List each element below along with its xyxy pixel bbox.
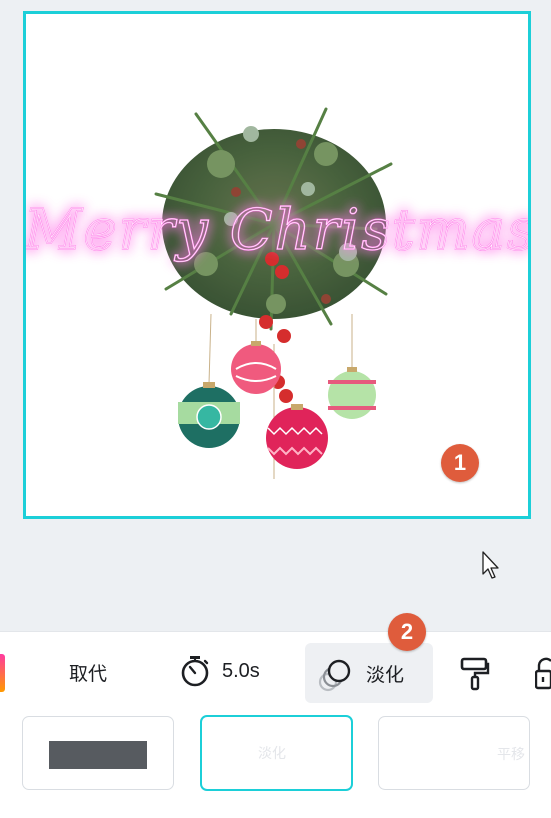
bottom-toolbar: 取代 5.0s 淡化 <box>0 631 551 714</box>
option-pan-label: 平移 <box>497 747 525 763</box>
animation-option-none[interactable] <box>22 716 174 790</box>
ornament-green <box>178 382 240 448</box>
animation-options-row: 淡化 平移 <box>0 713 551 818</box>
stopwatch-icon <box>181 656 209 687</box>
duration-button[interactable]: 5.0s <box>180 655 260 687</box>
fade-circles-icon <box>318 659 351 692</box>
replace-label: 取代 <box>69 663 108 685</box>
design-canvas[interactable]: Merry Christmas Merry Christmas <box>23 11 531 519</box>
unlock-icon <box>535 657 551 690</box>
svg-text:Merry Christmas: Merry Christmas <box>26 198 528 263</box>
step-badge-1: 1 <box>441 444 479 482</box>
animation-option-pan[interactable]: 平移 <box>378 716 530 790</box>
mouse-cursor-icon <box>482 551 499 579</box>
gradient-swatch-icon[interactable] <box>0 654 5 692</box>
ornament-mint <box>328 367 376 419</box>
ornament-red <box>266 404 328 469</box>
animation-option-fade[interactable]: 淡化 <box>200 715 353 791</box>
option-preview-bar <box>49 741 147 769</box>
step-badge-2: 2 <box>388 613 426 651</box>
animation-fade-button[interactable]: 淡化 <box>305 643 433 703</box>
duration-label: 5.0s <box>222 659 260 682</box>
christmas-wreath-artwork: Merry Christmas Merry Christmas <box>26 107 528 479</box>
fade-label: 淡化 <box>366 664 405 686</box>
lock-button[interactable] <box>535 657 551 691</box>
option-fade-label: 淡化 <box>258 746 286 762</box>
replace-button[interactable]: 取代 <box>69 659 107 686</box>
style-brush-button[interactable] <box>460 657 490 691</box>
paint-roller-icon <box>460 657 490 691</box>
